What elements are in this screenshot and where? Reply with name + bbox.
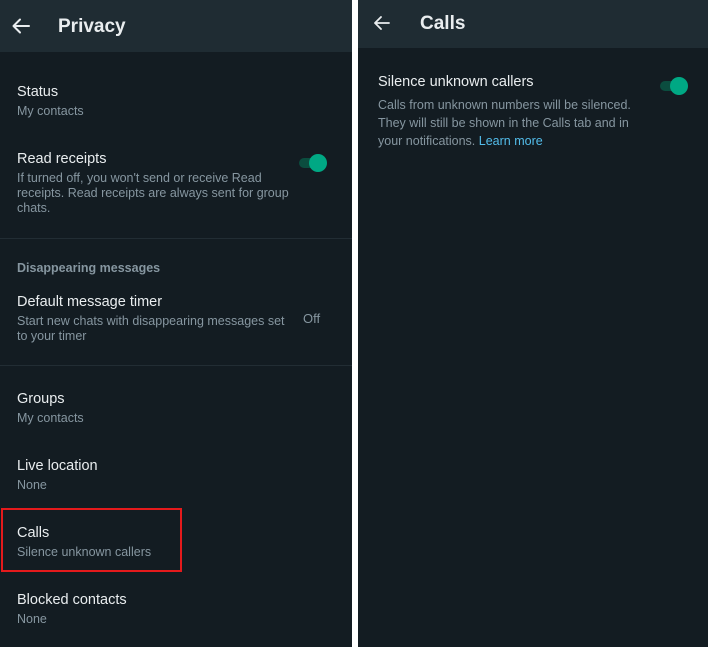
status-label: Status [17, 84, 59, 100]
calls-screen: Calls Silence unknown callers Calls from… [358, 0, 708, 647]
silence-unknown-callers-label: Silence unknown callers [378, 74, 534, 90]
status-item[interactable]: Status My contacts [0, 76, 352, 130]
read-receipts-description-line: receipts. Read receipts are always sent … [17, 186, 289, 200]
calls-label: Calls [17, 525, 50, 541]
back-arrow-icon[interactable] [371, 12, 393, 34]
groups-label: Groups [17, 391, 65, 407]
live-location-item[interactable]: Live location None [0, 450, 352, 504]
live-location-value: None [17, 478, 47, 492]
divider [0, 238, 352, 239]
calls-value: Silence unknown callers [17, 545, 152, 559]
learn-more-link[interactable]: Learn more [479, 134, 543, 148]
groups-value: My contacts [17, 411, 84, 425]
toggle-knob [670, 77, 688, 95]
privacy-screen: Privacy Status My contacts Read receipts… [0, 0, 352, 647]
divider [0, 365, 352, 366]
groups-item[interactable]: Groups My contacts [0, 383, 352, 437]
page-title: Calls [420, 13, 466, 34]
blocked-contacts-label: Blocked contacts [17, 592, 127, 608]
default-timer-value: Off [303, 311, 321, 326]
read-receipts-toggle[interactable] [299, 153, 329, 173]
read-receipts-description-line: chats. [17, 201, 51, 215]
description-line-with-link: your notifications. Learn more [378, 132, 648, 150]
back-arrow-icon[interactable] [10, 15, 32, 37]
default-timer-description-line: Start new chats with disappearing messag… [17, 314, 285, 328]
silence-unknown-callers-toggle[interactable] [660, 76, 690, 96]
calls-app-bar: Calls [358, 0, 708, 48]
default-message-timer-item[interactable]: Default message timer Start new chats wi… [0, 286, 352, 350]
live-location-label: Live location [17, 458, 98, 474]
read-receipts-item[interactable]: Read receipts If turned off, you won't s… [0, 143, 352, 225]
description-line: your notifications. [378, 134, 476, 148]
calls-item[interactable]: Calls Silence unknown callers [0, 517, 352, 571]
disappearing-messages-header: Disappearing messages [17, 261, 161, 275]
description-line: They will still be shown in the Calls ta… [378, 116, 629, 130]
blocked-contacts-value: None [17, 612, 47, 626]
default-timer-description-line: to your timer [17, 329, 87, 343]
read-receipts-description-line: If turned off, you won't send or receive… [17, 171, 262, 185]
toggle-knob [309, 154, 327, 172]
status-value: My contacts [17, 104, 84, 118]
default-timer-label: Default message timer [17, 294, 163, 310]
blocked-contacts-item[interactable]: Blocked contacts None [0, 584, 352, 638]
read-receipts-label: Read receipts [17, 151, 107, 167]
page-title: Privacy [58, 16, 126, 37]
description-line: Calls from unknown numbers will be silen… [378, 98, 631, 112]
silence-unknown-callers-description: Calls from unknown numbers will be silen… [378, 96, 648, 150]
privacy-app-bar: Privacy [0, 0, 352, 52]
